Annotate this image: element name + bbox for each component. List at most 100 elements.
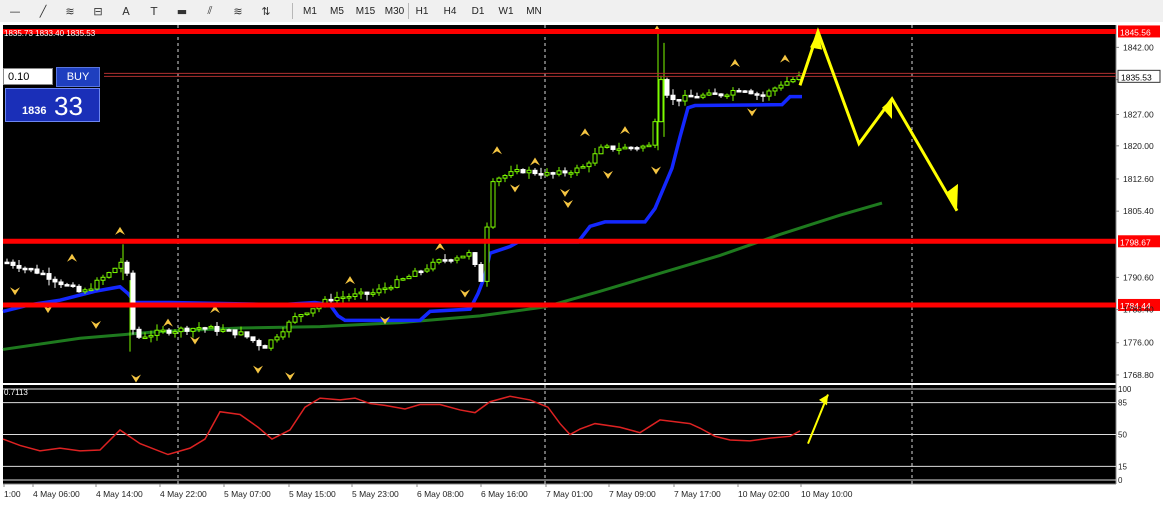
fibonacci-retracement-icon[interactable]: ⫽	[200, 2, 220, 20]
candle-body	[640, 145, 646, 149]
candle-body	[4, 261, 10, 265]
timeframe-h1[interactable]: H1	[410, 3, 434, 19]
candle-body	[568, 172, 574, 175]
chart-area[interactable]: 1845.56 1798.67 1784.44 1835.73 1833.40 183…	[0, 22, 1163, 511]
time-axis-label: 1:00	[4, 489, 21, 499]
level-price-label: 1798.67	[1120, 237, 1151, 247]
candle-body	[706, 92, 712, 96]
candle-body	[292, 316, 298, 323]
candle-body	[604, 145, 610, 148]
candle-body	[628, 146, 634, 150]
timeframe-mn[interactable]: MN	[521, 3, 547, 19]
candle-body	[484, 226, 490, 282]
candle-body	[502, 175, 508, 179]
candle-body	[82, 289, 88, 293]
timeframe-m30[interactable]: M30	[381, 3, 408, 19]
text-label-icon[interactable]: T	[144, 2, 164, 20]
candle-body	[742, 90, 748, 93]
candle-body	[430, 261, 436, 270]
candle-body	[544, 172, 550, 176]
timeframe-m5[interactable]: M5	[325, 3, 349, 19]
candle-body	[790, 79, 796, 83]
candle-body	[358, 291, 364, 295]
candle-body	[388, 286, 394, 290]
crosshair-icon[interactable]: —	[5, 2, 25, 20]
time-axis-label: 7 May 01:00	[546, 489, 593, 499]
time-axis-label: 7 May 09:00	[609, 489, 656, 499]
candle-body	[694, 95, 700, 99]
candle-body	[424, 268, 430, 272]
price-axis-label: 1768.80	[1123, 370, 1154, 380]
candle-body	[310, 308, 316, 314]
text-icon[interactable]: A	[116, 2, 136, 20]
candle-body	[40, 272, 46, 276]
candle-body	[496, 177, 502, 183]
candle-body	[340, 296, 346, 299]
candle-body	[784, 81, 790, 86]
candle-body	[190, 327, 196, 332]
candle-body	[172, 331, 178, 334]
candle-body	[490, 181, 496, 228]
timeframe-w1[interactable]: W1	[494, 3, 518, 19]
candle-body	[364, 291, 370, 295]
trendline-icon[interactable]: ╱	[33, 2, 53, 20]
toolbar-separator	[408, 3, 409, 19]
timeframe-m1[interactable]: M1	[298, 3, 322, 19]
time-axis-label: 5 May 07:00	[224, 489, 271, 499]
lot-size-input[interactable]: 0.10	[3, 68, 53, 85]
candle-body	[778, 84, 784, 89]
candle-body	[70, 284, 76, 288]
candle-body	[556, 170, 562, 175]
candle-body	[214, 325, 220, 332]
time-axis-label: 7 May 17:00	[674, 489, 721, 499]
candle-body	[46, 273, 52, 280]
candle-body	[226, 329, 232, 332]
main-panel[interactable]	[3, 25, 1116, 383]
candle-body	[148, 334, 154, 338]
candle-body	[460, 255, 466, 259]
candle-body	[76, 285, 82, 293]
fibonacci-expansion-icon[interactable]: ≋	[60, 2, 80, 20]
candle-body	[130, 272, 136, 330]
timeframe-m15[interactable]: M15	[352, 3, 379, 19]
candle-body	[478, 264, 484, 282]
candle-body	[754, 93, 760, 96]
oscillator-level-label: 15	[1118, 462, 1127, 471]
buy-price-display[interactable]: 1836 33	[5, 88, 100, 122]
candle-body	[682, 94, 688, 102]
fibonacci-arcs-icon[interactable]: ≋	[228, 2, 248, 20]
price-axis-label: 1812.60	[1123, 174, 1154, 184]
candle-body	[652, 121, 658, 146]
rectangle-icon[interactable]: ▬	[172, 2, 192, 20]
timeframe-h4[interactable]: H4	[438, 3, 462, 19]
candle-body	[112, 267, 118, 274]
candle-body	[178, 327, 184, 333]
candle-body	[154, 329, 160, 336]
candle-body	[400, 278, 406, 281]
candle-body	[622, 146, 628, 150]
candle-body	[244, 331, 250, 338]
candle-body	[520, 169, 526, 174]
timeframe-d1[interactable]: D1	[466, 3, 490, 19]
fibonacci-fan-icon[interactable]: ⊟	[88, 2, 108, 20]
candle-body	[688, 94, 694, 98]
candle-body	[664, 79, 670, 96]
candle-body	[10, 261, 16, 266]
candle-body	[328, 298, 334, 302]
price-big: 33	[54, 91, 83, 121]
candle-body	[700, 94, 706, 98]
chart-canvas[interactable]: 1845.561798.671784.441835.73 1833.40 183…	[0, 22, 1163, 511]
candle-body	[412, 270, 418, 277]
candle-body	[184, 327, 190, 332]
candle-body	[406, 275, 412, 280]
arrows-icon[interactable]: ⇅	[256, 2, 276, 20]
candle-body	[466, 252, 472, 257]
candle-body	[238, 331, 244, 336]
candle-body	[298, 314, 304, 318]
candle-body	[736, 89, 742, 93]
buy-button[interactable]: BUY	[56, 67, 100, 87]
candle-body	[772, 87, 778, 92]
candle-body	[598, 146, 604, 155]
time-axis-label: 4 May 22:00	[160, 489, 207, 499]
candle-body	[670, 94, 676, 101]
